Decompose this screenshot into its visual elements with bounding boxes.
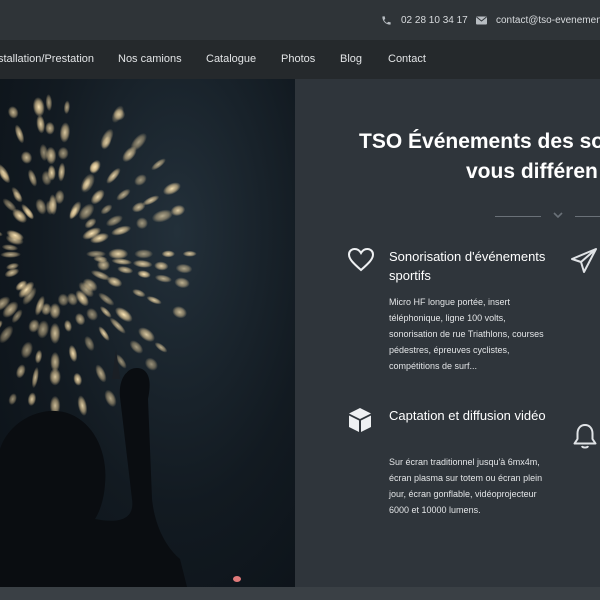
firework-spark <box>98 326 110 341</box>
nav-item-contact[interactable]: Contact <box>388 53 426 65</box>
feature-desc-sonorisation: Micro HF longue portée, insert téléphoni… <box>389 297 544 371</box>
fireworks-illustration <box>0 94 241 587</box>
divider-line-left <box>495 216 541 217</box>
firework-spark <box>100 204 113 215</box>
firework-spark <box>104 389 117 408</box>
firework-spark <box>86 307 99 321</box>
firework-spark <box>134 174 147 186</box>
firework-spark <box>144 357 158 371</box>
firework-spark <box>132 259 153 268</box>
firework-spark <box>129 340 144 354</box>
firework-spark <box>154 261 169 271</box>
firework-spark <box>34 349 43 364</box>
feature-desc-captation: Sur écran traditionnel jusqu'à 6mx4m, éc… <box>389 457 543 515</box>
page-headline: TSO Événements des so vous différen <box>359 127 600 187</box>
top-contact-bar: 02 28 10 34 17 contact@tso-evenements <box>0 0 600 40</box>
firework-spark <box>32 97 45 117</box>
bell-icon <box>573 424 597 449</box>
firework-spark <box>27 169 38 187</box>
firework-spark <box>172 306 187 319</box>
firework-spark <box>57 162 66 182</box>
firework-spark <box>175 263 193 274</box>
phone-icon <box>382 15 391 25</box>
firework-spark <box>44 121 55 135</box>
firework-spark <box>31 366 39 389</box>
cube-icon <box>349 408 371 432</box>
firework-spark <box>49 367 61 386</box>
firework-spark <box>36 114 46 134</box>
chevron-down-icon <box>553 212 563 219</box>
headline-line-1: TSO Événements des so <box>359 130 600 153</box>
firework-spark <box>108 248 129 260</box>
firework-spark <box>174 277 190 289</box>
firework-spark <box>86 250 106 258</box>
firework-spark <box>59 122 71 143</box>
firework-spark <box>146 296 162 305</box>
firework-spark <box>73 372 83 386</box>
firework-spark <box>68 344 78 363</box>
nav-item-nos-camions[interactable]: Nos camions <box>118 53 182 65</box>
firework-spark <box>80 173 95 193</box>
firework-spark <box>7 106 19 119</box>
firework-spark <box>106 167 121 184</box>
firework-spark <box>154 342 168 353</box>
firework-spark <box>98 292 115 306</box>
firework-spark <box>151 158 166 171</box>
firework-spark <box>182 250 197 257</box>
firework-spark <box>137 270 151 279</box>
phone-contact[interactable]: 02 28 10 34 17 <box>381 12 468 28</box>
firework-spark <box>161 250 175 258</box>
headline-line-2: vous différen <box>466 160 598 183</box>
firework-spark <box>74 313 86 326</box>
firework-spark <box>20 151 33 164</box>
firework-spark <box>0 325 14 344</box>
firework-spark <box>116 188 131 201</box>
feature-title-captation: Captation et diffusion vidéo <box>389 408 546 423</box>
firework-spark <box>117 266 134 274</box>
firework-spark <box>95 364 107 383</box>
email-contact[interactable]: contact@tso-evenements <box>476 12 600 28</box>
firework-spark <box>99 306 112 318</box>
firework-spark <box>0 228 3 237</box>
firework-spark <box>27 392 37 407</box>
firework-spark <box>20 341 34 359</box>
firework-spark <box>162 182 181 196</box>
firework-spark <box>77 395 88 416</box>
firework-spark <box>132 288 146 298</box>
nav-item-photos[interactable]: Photos <box>281 53 315 65</box>
nav-item-catalogue[interactable]: Catalogue <box>206 53 256 65</box>
firework-spark <box>151 209 173 223</box>
envelope-icon <box>476 16 487 24</box>
firework-spark <box>0 251 21 258</box>
divider-line-right <box>575 216 600 217</box>
section-divider <box>495 212 600 220</box>
feature-title-sonorisation: Sonorisation d'événements sportifs <box>389 249 546 283</box>
firework-spark <box>14 124 25 144</box>
nav-item-installation[interactable]: stallation/Prestation <box>0 53 94 65</box>
main-navigation: stallation/Prestation Nos camions Catalo… <box>0 40 600 79</box>
firework-spark <box>134 249 154 259</box>
heart-icon <box>347 247 375 272</box>
hero-fireworks-image <box>0 79 295 587</box>
firework-spark <box>63 100 71 115</box>
firework-spark <box>8 393 17 406</box>
paper-plane-icon <box>571 248 597 273</box>
nav-item-blog[interactable]: Blog <box>340 53 362 65</box>
firework-spark <box>138 327 155 342</box>
firework-spark <box>15 364 26 379</box>
firework-spark <box>136 217 148 230</box>
bottom-strip <box>0 587 600 600</box>
firework-spark <box>154 274 172 283</box>
firework-spark <box>84 335 95 352</box>
firework-spark <box>45 94 53 112</box>
firework-spark <box>63 319 73 332</box>
firework-spark <box>57 146 69 160</box>
phone-number: 02 28 10 34 17 <box>401 14 468 26</box>
firework-spark <box>49 322 61 344</box>
firework-spark <box>0 163 10 181</box>
email-address: contact@tso-evenements <box>496 14 600 26</box>
